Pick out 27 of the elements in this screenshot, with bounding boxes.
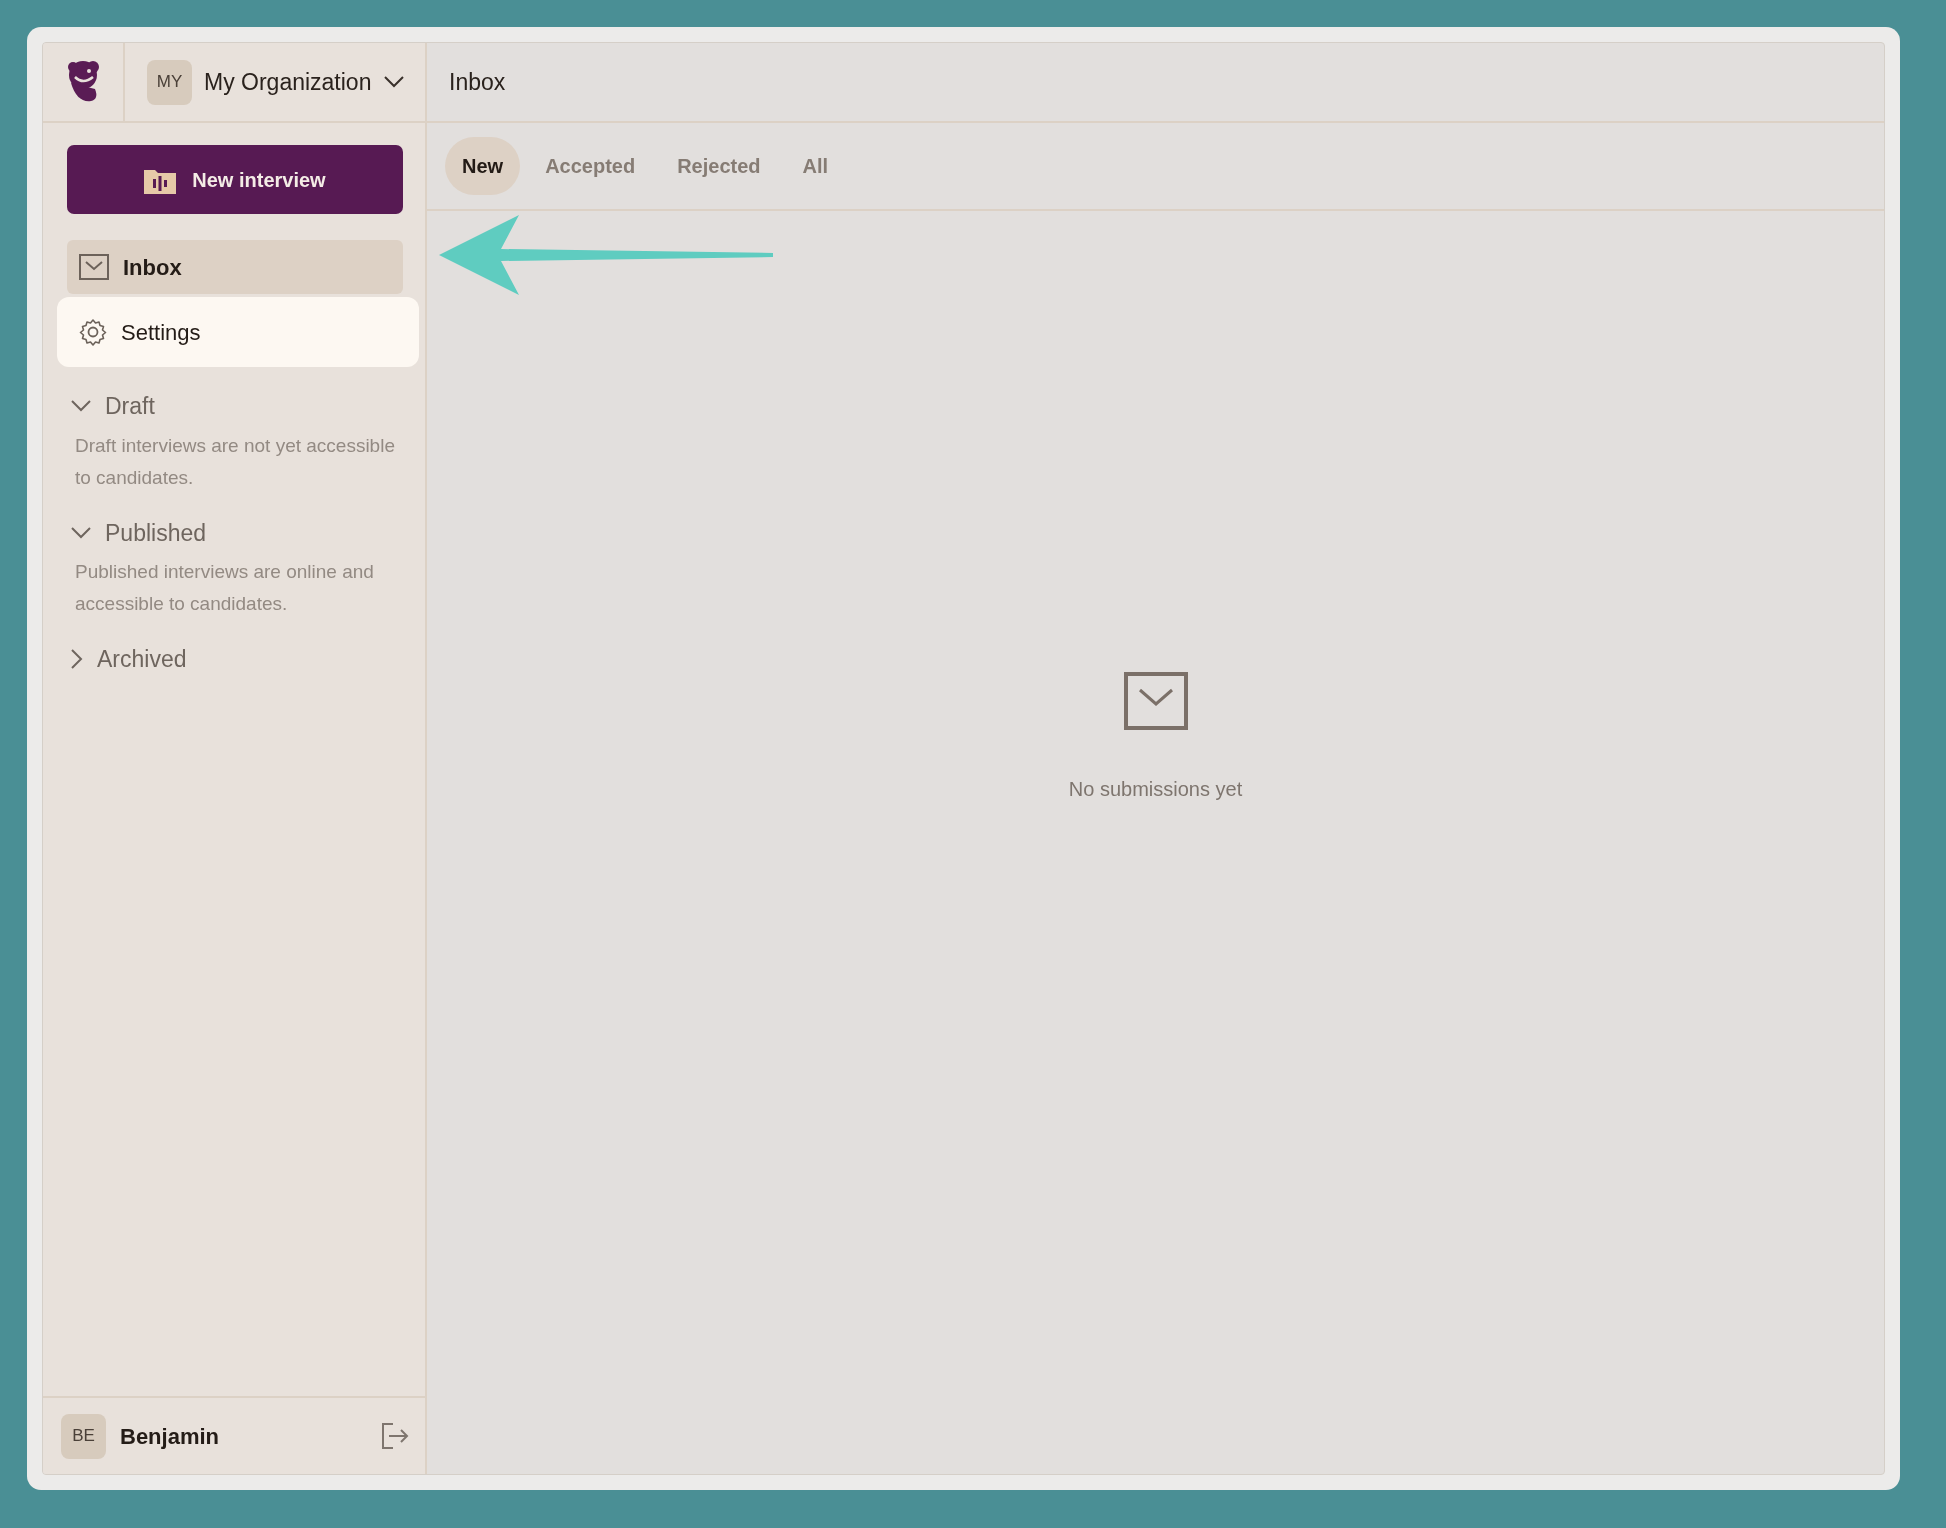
section-toggle[interactable]: Published [71, 515, 207, 550]
mail-icon [79, 254, 109, 280]
section-description: Published interviews are online and accessible to candidates. [75, 560, 375, 616]
logout-icon[interactable] [381, 1422, 409, 1450]
mail-icon [1123, 671, 1188, 730]
page-title: Inbox [448, 67, 506, 97]
user-avatar: BE [61, 1413, 106, 1459]
new-interview-button[interactable]: New interview [67, 145, 403, 214]
filter-tab[interactable]: Rejected [660, 137, 778, 195]
chevron-down-icon [383, 75, 406, 89]
settings-icon [79, 318, 107, 346]
organization-avatar: MY [147, 59, 192, 105]
user-name: Benjamin [120, 1422, 221, 1451]
filter-tab[interactable]: All [785, 137, 846, 195]
filter-tab[interactable]: Accepted [528, 137, 653, 195]
organization-name: My Organization [204, 67, 372, 97]
sidebar-nav-item[interactable]: Settings [57, 297, 419, 367]
section-toggle[interactable]: Draft [71, 389, 155, 424]
chevron-down-icon [71, 526, 91, 539]
chevron-down-icon [71, 400, 91, 413]
chevron-right-icon [71, 649, 83, 670]
filter-tab[interactable]: New [445, 137, 521, 195]
empty-state-message: No submissions yet [1068, 776, 1243, 802]
sidebar-nav-item[interactable]: Inbox [67, 240, 403, 294]
section-description: Draft interviews are not yet accessible to candidates. [75, 433, 396, 490]
section-toggle[interactable]: Archived [71, 642, 187, 677]
organization-switcher[interactable]: MY My Organization [125, 59, 406, 105]
